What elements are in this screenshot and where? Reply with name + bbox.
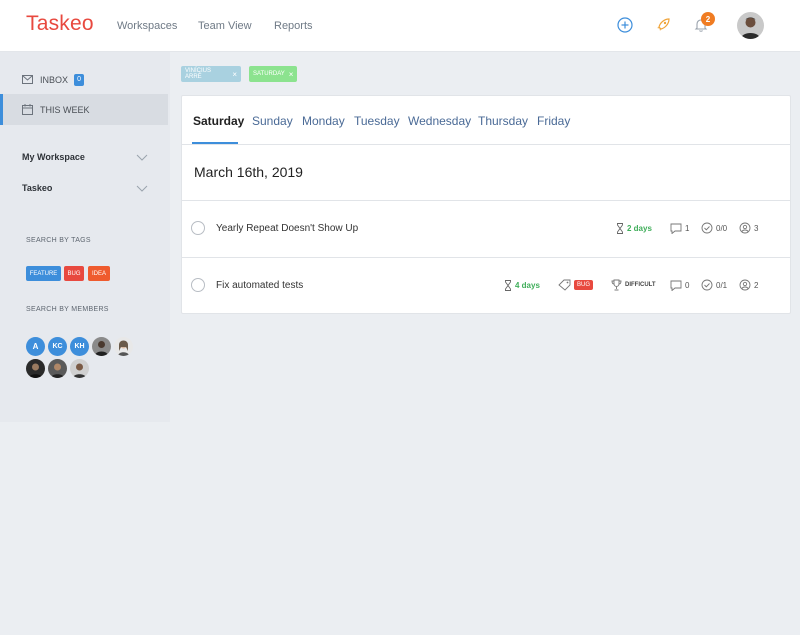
tag-idea[interactable]: IDEA bbox=[88, 266, 110, 281]
member-avatar-kh[interactable]: KH bbox=[70, 337, 89, 356]
week-panel: Saturday Sunday Monday Tuesday Wednesday… bbox=[181, 95, 791, 314]
member-avatar-photo[interactable] bbox=[114, 337, 133, 356]
check-circle-icon bbox=[701, 222, 713, 234]
task-title[interactable]: Fix automated tests bbox=[216, 280, 303, 291]
tag-icon bbox=[558, 279, 571, 291]
task-tag: BUG bbox=[558, 277, 594, 293]
notification-badge: 2 bbox=[701, 12, 715, 26]
top-bar: Taskeo Workspaces Team View Reports 2 bbox=[0, 0, 800, 52]
comment-icon bbox=[670, 223, 682, 234]
workspace-my-workspace[interactable]: My Workspace bbox=[22, 152, 148, 162]
member-avatar-kc[interactable]: KC bbox=[48, 337, 67, 356]
rocket-icon[interactable] bbox=[652, 14, 674, 36]
task-row[interactable]: Yearly Repeat Doesn't Show Up 2 days 1 0… bbox=[182, 201, 790, 257]
tab-wednesday[interactable]: Wednesday bbox=[408, 114, 471, 128]
nav-reports[interactable]: Reports bbox=[274, 20, 313, 32]
sidebar: INBOX 0 THIS WEEK My Workspace Taskeo SE… bbox=[0, 52, 170, 422]
task-duration: 2 days bbox=[616, 220, 652, 236]
sidebar-item-inbox[interactable]: INBOX 0 bbox=[0, 64, 168, 95]
member-avatar-photo[interactable] bbox=[48, 359, 67, 378]
close-icon[interactable]: × bbox=[289, 70, 294, 79]
comment-icon bbox=[670, 280, 682, 291]
filter-chip-day[interactable]: SATURDAY × bbox=[249, 66, 297, 82]
member-avatar-photo[interactable] bbox=[92, 337, 111, 356]
trophy-icon bbox=[611, 279, 622, 291]
task-checkbox[interactable] bbox=[191, 221, 205, 235]
tag-bug[interactable]: BUG bbox=[64, 266, 84, 281]
filter-chip-label: SATURDAY bbox=[253, 71, 285, 77]
hourglass-icon bbox=[617, 222, 623, 234]
duration-value: 2 days bbox=[627, 223, 652, 233]
task-members: 2 bbox=[739, 277, 758, 293]
tab-friday[interactable]: Friday bbox=[537, 114, 570, 128]
tab-thursday[interactable]: Thursday bbox=[478, 114, 528, 128]
task-comments: 1 bbox=[670, 220, 689, 236]
user-avatar[interactable] bbox=[737, 12, 764, 39]
difficulty-label: DIFFICULT bbox=[625, 282, 656, 288]
search-by-tags-title: SEARCH BY TAGS bbox=[26, 237, 91, 244]
member-avatar-photo[interactable] bbox=[70, 359, 89, 378]
close-icon[interactable]: × bbox=[232, 70, 237, 79]
member-avatar-photo[interactable] bbox=[26, 359, 45, 378]
tab-monday[interactable]: Monday bbox=[302, 114, 345, 128]
member-avatar-a[interactable]: A bbox=[26, 337, 45, 356]
app-logo[interactable]: Taskeo bbox=[26, 12, 94, 36]
tab-tuesday[interactable]: Tuesday bbox=[354, 114, 400, 128]
nav-team-view[interactable]: Team View bbox=[198, 20, 252, 32]
tab-sunday[interactable]: Sunday bbox=[252, 114, 293, 128]
bug-tag-badge[interactable]: BUG bbox=[574, 280, 594, 290]
task-row[interactable]: Fix automated tests 4 days BUG DIFFICULT… bbox=[182, 258, 790, 314]
inbox-count-badge: 0 bbox=[74, 73, 85, 86]
user-icon bbox=[739, 279, 751, 291]
day-tabs: Saturday Sunday Monday Tuesday Wednesday… bbox=[182, 96, 790, 145]
task-title[interactable]: Yearly Repeat Doesn't Show Up bbox=[216, 223, 358, 234]
envelope-icon bbox=[22, 74, 34, 86]
comment-count: 0 bbox=[685, 280, 690, 290]
task-difficulty: DIFFICULT bbox=[611, 277, 656, 293]
nav-workspaces[interactable]: Workspaces bbox=[117, 20, 177, 32]
hourglass-icon bbox=[505, 279, 511, 291]
comment-count: 1 bbox=[685, 223, 690, 233]
workspace-label: Taskeo bbox=[22, 183, 53, 193]
calendar-icon bbox=[22, 104, 34, 116]
duration-value: 4 days bbox=[515, 280, 540, 290]
date-heading: March 16th, 2019 bbox=[194, 164, 303, 180]
search-by-members-title: SEARCH BY MEMBERS bbox=[26, 306, 109, 313]
chevron-down-icon bbox=[136, 185, 148, 192]
sidebar-item-label: INBOX bbox=[40, 74, 69, 85]
tab-saturday[interactable]: Saturday bbox=[193, 114, 244, 128]
task-duration: 4 days bbox=[504, 277, 540, 293]
member-count: 3 bbox=[754, 223, 759, 233]
workspace-label: My Workspace bbox=[22, 152, 85, 162]
task-comments: 0 bbox=[670, 277, 689, 293]
task-checklist: 0/1 bbox=[701, 277, 727, 293]
active-tab-indicator bbox=[192, 142, 238, 144]
tag-feature[interactable]: FEATURE bbox=[26, 266, 61, 281]
add-circle-icon[interactable] bbox=[614, 14, 636, 36]
task-members: 3 bbox=[739, 220, 758, 236]
user-icon bbox=[739, 222, 751, 234]
chevron-down-icon bbox=[136, 154, 148, 161]
filter-chip-label: VINÍCIUS ARRÉ bbox=[185, 68, 212, 80]
task-checklist: 0/0 bbox=[701, 220, 727, 236]
task-checkbox[interactable] bbox=[191, 278, 205, 292]
filter-chip-member[interactable]: VINÍCIUS ARRÉ × bbox=[181, 66, 241, 82]
workspace-taskeo[interactable]: Taskeo bbox=[22, 183, 148, 193]
sidebar-item-label: THIS WEEK bbox=[40, 104, 90, 115]
sidebar-item-this-week[interactable]: THIS WEEK bbox=[0, 94, 168, 125]
member-count: 2 bbox=[754, 280, 759, 290]
checklist-count: 0/0 bbox=[716, 223, 728, 233]
checklist-count: 0/1 bbox=[716, 280, 728, 290]
check-circle-icon bbox=[701, 279, 713, 291]
